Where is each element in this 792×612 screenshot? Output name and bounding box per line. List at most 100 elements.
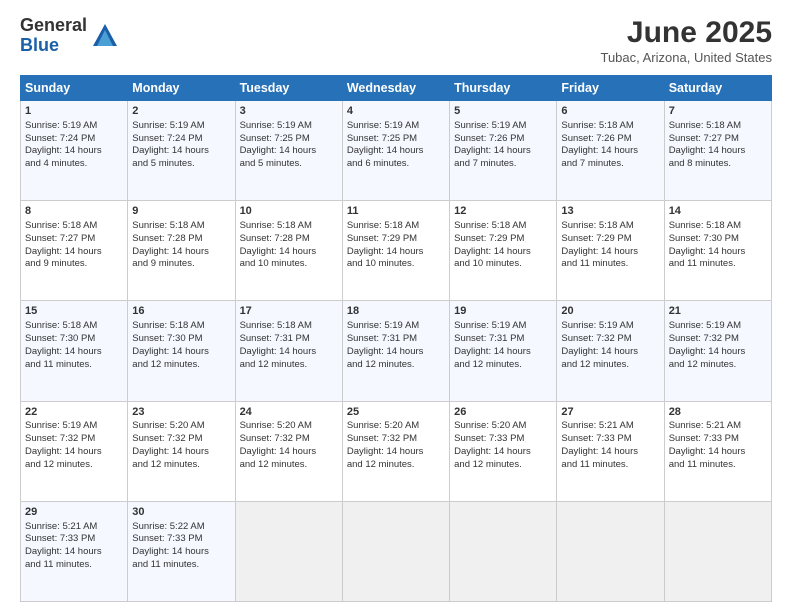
day-info-line: Sunrise: 5:18 AM bbox=[561, 220, 659, 233]
day-number: 15 bbox=[25, 304, 123, 319]
day-info-line: and 10 minutes. bbox=[240, 258, 338, 271]
calendar-cell: 8Sunrise: 5:18 AMSunset: 7:27 PMDaylight… bbox=[21, 201, 128, 301]
calendar-cell: 29Sunrise: 5:21 AMSunset: 7:33 PMDayligh… bbox=[21, 501, 128, 601]
day-info-line: and 12 minutes. bbox=[347, 459, 445, 472]
calendar-cell: 21Sunrise: 5:19 AMSunset: 7:32 PMDayligh… bbox=[664, 301, 771, 401]
day-number: 17 bbox=[240, 304, 338, 319]
day-info-line: and 11 minutes. bbox=[669, 459, 767, 472]
day-info-line: Sunrise: 5:20 AM bbox=[132, 420, 230, 433]
calendar-cell: 6Sunrise: 5:18 AMSunset: 7:26 PMDaylight… bbox=[557, 101, 664, 201]
day-info-line: Sunrise: 5:18 AM bbox=[240, 220, 338, 233]
day-info-line: Sunset: 7:25 PM bbox=[240, 133, 338, 146]
calendar-cell: 28Sunrise: 5:21 AMSunset: 7:33 PMDayligh… bbox=[664, 401, 771, 501]
day-info-line: Sunset: 7:32 PM bbox=[240, 433, 338, 446]
day-number: 14 bbox=[669, 204, 767, 219]
day-number: 8 bbox=[25, 204, 123, 219]
calendar-cell: 10Sunrise: 5:18 AMSunset: 7:28 PMDayligh… bbox=[235, 201, 342, 301]
day-info-line: Sunrise: 5:18 AM bbox=[669, 120, 767, 133]
day-info-line: and 4 minutes. bbox=[25, 158, 123, 171]
day-info-line: Sunset: 7:32 PM bbox=[561, 333, 659, 346]
calendar-cell: 4Sunrise: 5:19 AMSunset: 7:25 PMDaylight… bbox=[342, 101, 449, 201]
day-info-line: Sunrise: 5:18 AM bbox=[25, 220, 123, 233]
logo-text: General Blue bbox=[20, 16, 87, 56]
day-info-line: Daylight: 14 hours bbox=[454, 446, 552, 459]
day-info-line: Sunset: 7:31 PM bbox=[240, 333, 338, 346]
column-header-tuesday: Tuesday bbox=[235, 76, 342, 101]
calendar-cell: 11Sunrise: 5:18 AMSunset: 7:29 PMDayligh… bbox=[342, 201, 449, 301]
day-info-line: Daylight: 14 hours bbox=[669, 246, 767, 259]
day-number: 16 bbox=[132, 304, 230, 319]
day-info-line: Sunset: 7:27 PM bbox=[669, 133, 767, 146]
column-header-thursday: Thursday bbox=[450, 76, 557, 101]
day-info-line: Daylight: 14 hours bbox=[240, 246, 338, 259]
day-info-line: Daylight: 14 hours bbox=[347, 446, 445, 459]
location: Tubac, Arizona, United States bbox=[600, 50, 772, 65]
day-info-line: Daylight: 14 hours bbox=[561, 145, 659, 158]
day-info-line: and 12 minutes. bbox=[561, 359, 659, 372]
day-number: 30 bbox=[132, 505, 230, 520]
day-number: 11 bbox=[347, 204, 445, 219]
column-header-monday: Monday bbox=[128, 76, 235, 101]
day-info-line: and 9 minutes. bbox=[132, 258, 230, 271]
day-number: 29 bbox=[25, 505, 123, 520]
day-number: 25 bbox=[347, 405, 445, 420]
day-info-line: Sunset: 7:33 PM bbox=[25, 533, 123, 546]
day-info-line: Daylight: 14 hours bbox=[132, 446, 230, 459]
calendar-week-4: 22Sunrise: 5:19 AMSunset: 7:32 PMDayligh… bbox=[21, 401, 772, 501]
day-number: 18 bbox=[347, 304, 445, 319]
day-info-line: Sunrise: 5:19 AM bbox=[240, 120, 338, 133]
calendar-cell: 9Sunrise: 5:18 AMSunset: 7:28 PMDaylight… bbox=[128, 201, 235, 301]
day-info-line: Sunset: 7:26 PM bbox=[454, 133, 552, 146]
day-info-line: Daylight: 14 hours bbox=[669, 145, 767, 158]
day-info-line: Sunrise: 5:18 AM bbox=[25, 320, 123, 333]
day-info-line: Sunrise: 5:19 AM bbox=[454, 120, 552, 133]
title-block: June 2025 Tubac, Arizona, United States bbox=[600, 16, 772, 65]
calendar-week-2: 8Sunrise: 5:18 AMSunset: 7:27 PMDaylight… bbox=[21, 201, 772, 301]
calendar-week-3: 15Sunrise: 5:18 AM Sunset: 7:30 PM Dayligh… bbox=[21, 301, 772, 401]
day-info-line: and 12 minutes. bbox=[669, 359, 767, 372]
day-number: 13 bbox=[561, 204, 659, 219]
day-number: 21 bbox=[669, 304, 767, 319]
calendar-week-1: 1Sunrise: 5:19 AMSunset: 7:24 PMDaylight… bbox=[21, 101, 772, 201]
column-header-sunday: Sunday bbox=[21, 76, 128, 101]
calendar-header-row: SundayMondayTuesdayWednesdayThursdayFrid… bbox=[21, 76, 772, 101]
day-number: 27 bbox=[561, 405, 659, 420]
day-info-line: Daylight: 14 hours bbox=[454, 145, 552, 158]
calendar-cell: 3Sunrise: 5:19 AMSunset: 7:25 PMDaylight… bbox=[235, 101, 342, 201]
day-info-line: Daylight: 14 hours bbox=[240, 145, 338, 158]
day-info-line: Daylight: 14 hours bbox=[25, 246, 123, 259]
day-number: 3 bbox=[240, 104, 338, 119]
day-info-line: and 11 minutes. bbox=[669, 258, 767, 271]
day-info-line: Daylight: 14 hours bbox=[25, 546, 123, 559]
calendar-cell: 2Sunrise: 5:19 AMSunset: 7:24 PMDaylight… bbox=[128, 101, 235, 201]
day-info-line: and 11 minutes. bbox=[25, 359, 123, 372]
day-info-line: Daylight: 14 hours bbox=[454, 246, 552, 259]
day-info-line: Sunset: 7:28 PM bbox=[240, 233, 338, 246]
calendar-cell bbox=[342, 501, 449, 601]
calendar-cell: 22Sunrise: 5:19 AMSunset: 7:32 PMDayligh… bbox=[21, 401, 128, 501]
day-info-line: Sunset: 7:33 PM bbox=[669, 433, 767, 446]
day-info-line: Daylight: 14 hours bbox=[347, 246, 445, 259]
day-info-line: Daylight: 14 hours bbox=[669, 446, 767, 459]
day-info-line: Sunrise: 5:19 AM bbox=[25, 420, 123, 433]
day-info-line: Sunrise: 5:19 AM bbox=[25, 120, 123, 133]
day-info-line: and 11 minutes. bbox=[132, 559, 230, 572]
day-info-line: Sunrise: 5:21 AM bbox=[561, 420, 659, 433]
calendar-cell: 1Sunrise: 5:19 AMSunset: 7:24 PMDaylight… bbox=[21, 101, 128, 201]
day-info-line: Daylight: 14 hours bbox=[132, 246, 230, 259]
day-info-line: Sunset: 7:24 PM bbox=[25, 133, 123, 146]
calendar-cell: 27Sunrise: 5:21 AMSunset: 7:33 PMDayligh… bbox=[557, 401, 664, 501]
day-info-line: Sunset: 7:30 PM bbox=[132, 333, 230, 346]
day-info-line: and 7 minutes. bbox=[561, 158, 659, 171]
calendar-cell: 25Sunrise: 5:20 AMSunset: 7:32 PMDayligh… bbox=[342, 401, 449, 501]
calendar-cell: 17Sunrise: 5:18 AMSunset: 7:31 PMDayligh… bbox=[235, 301, 342, 401]
day-info-line: and 12 minutes. bbox=[132, 459, 230, 472]
day-info-line: Daylight: 14 hours bbox=[25, 346, 123, 359]
day-info-line: and 6 minutes. bbox=[347, 158, 445, 171]
day-info-line: Sunset: 7:27 PM bbox=[25, 233, 123, 246]
day-info-line: Sunrise: 5:20 AM bbox=[240, 420, 338, 433]
day-info-line: Sunrise: 5:19 AM bbox=[347, 320, 445, 333]
day-info-line: Sunrise: 5:21 AM bbox=[25, 521, 123, 534]
day-info-line: Daylight: 14 hours bbox=[132, 145, 230, 158]
day-info-line: Sunset: 7:29 PM bbox=[561, 233, 659, 246]
